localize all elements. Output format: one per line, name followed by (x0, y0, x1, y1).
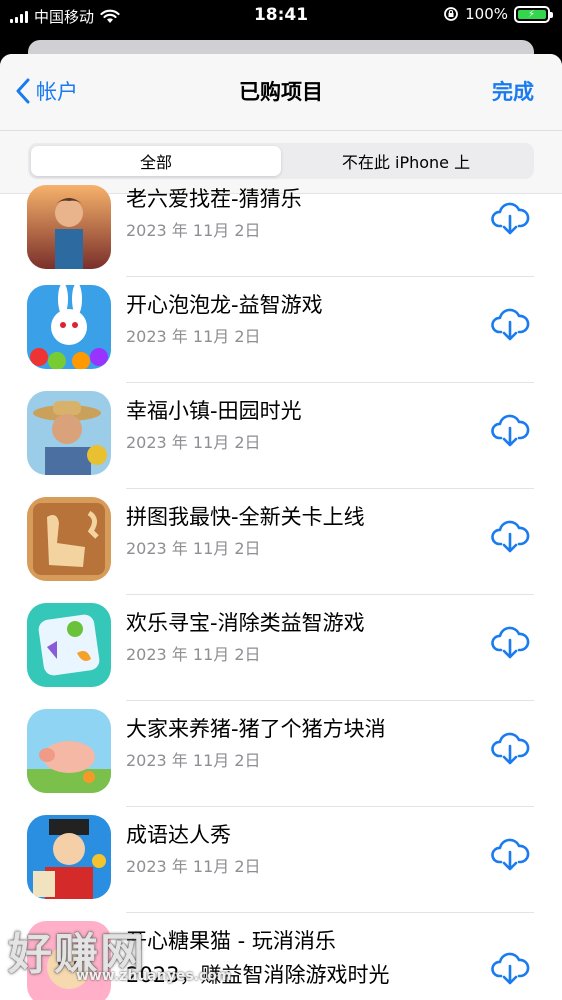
purchase-date: 2023 年 11月 2日 (126, 539, 261, 558)
page-title: 已购项目 (239, 80, 323, 104)
app-name: 开心糖果猫 - 玩消消乐 (126, 929, 336, 953)
battery-percent: 100% (465, 5, 508, 23)
cloud-download-icon[interactable] (490, 833, 530, 873)
app-icon (27, 285, 111, 369)
cloud-download-icon[interactable] (490, 409, 530, 449)
segment-not-on-device[interactable]: 不在此 iPhone 上 (281, 146, 531, 176)
purchased-sheet: 帐户 已购项目 完成 全部 不在此 iPhone 上 老六爱找茬-猜猜乐 202… (0, 54, 562, 1000)
purchase-date: 2023 年 11月 2日 (126, 751, 261, 770)
app-icon (27, 709, 111, 793)
segment-all[interactable]: 全部 (31, 146, 281, 176)
app-name: 大家来养猪-猪了个猪方块消 (126, 717, 386, 741)
cloud-download-icon[interactable] (490, 303, 530, 343)
purchase-date: 2023 年 11月 2日 (126, 433, 261, 452)
app-name: 成语达人秀 (126, 823, 231, 847)
list-item[interactable]: 欢乐寻宝-消除类益智游戏 2023 年 11月 2日 (0, 595, 562, 701)
app-icon (27, 603, 111, 687)
purchased-list: 老六爱找茬-猜猜乐 2023 年 11月 2日 开心泡泡龙-益智游戏 2023 … (0, 185, 562, 1000)
app-name: 欢乐寻宝-消除类益智游戏 (126, 611, 365, 635)
app-icon (27, 815, 111, 899)
app-icon (27, 185, 111, 269)
purchase-date: 2023 年 11月 2日 (126, 221, 261, 240)
done-button[interactable]: 完成 (492, 76, 534, 106)
cloud-download-icon[interactable] (490, 947, 530, 987)
app-name: 老六爱找茬-猜猜乐 (126, 187, 302, 211)
cloud-download-icon[interactable] (490, 515, 530, 555)
cloud-download-icon[interactable] (490, 727, 530, 767)
segmented-control: 全部 不在此 iPhone 上 (28, 143, 534, 179)
app-name: 幸福小镇-田园时光 (126, 399, 302, 423)
purchase-date: 2023 年 11月 2日 (126, 645, 261, 664)
app-name: 拼图我最快-全新关卡上线 (126, 505, 365, 529)
purchase-date: 2023 年 11月 2日 (126, 857, 261, 876)
battery-icon: ⚡ (514, 5, 553, 23)
list-item[interactable]: 老六爱找茬-猜猜乐 2023 年 11月 2日 (0, 185, 562, 277)
list-item[interactable]: 成语达人秀 2023 年 11月 2日 (0, 807, 562, 913)
status-bar: 中国移动 18:41 100% ⚡ (0, 0, 562, 30)
cloud-download-icon[interactable] (490, 621, 530, 661)
list-item[interactable]: 幸福小镇-田园时光 2023 年 11月 2日 (0, 383, 562, 489)
cloud-download-icon[interactable] (490, 197, 530, 237)
app-icon (27, 497, 111, 581)
list-item[interactable]: 大家来养猪-猪了个猪方块消 2023 年 11月 2日 (0, 701, 562, 807)
purchase-date: 2023 年 11月 2日 (126, 327, 261, 346)
list-item[interactable]: 拼图我最快-全新关卡上线 2023 年 11月 2日 (0, 489, 562, 595)
lock-rotation-icon (444, 7, 459, 21)
navigation-bar: 帐户 已购项目 完成 (0, 54, 562, 131)
watermark-url: www.zhuanyes.com (76, 968, 232, 984)
app-icon (27, 391, 111, 475)
app-name: 开心泡泡龙-益智游戏 (126, 293, 323, 317)
list-item[interactable]: 开心泡泡龙-益智游戏 2023 年 11月 2日 (0, 277, 562, 383)
